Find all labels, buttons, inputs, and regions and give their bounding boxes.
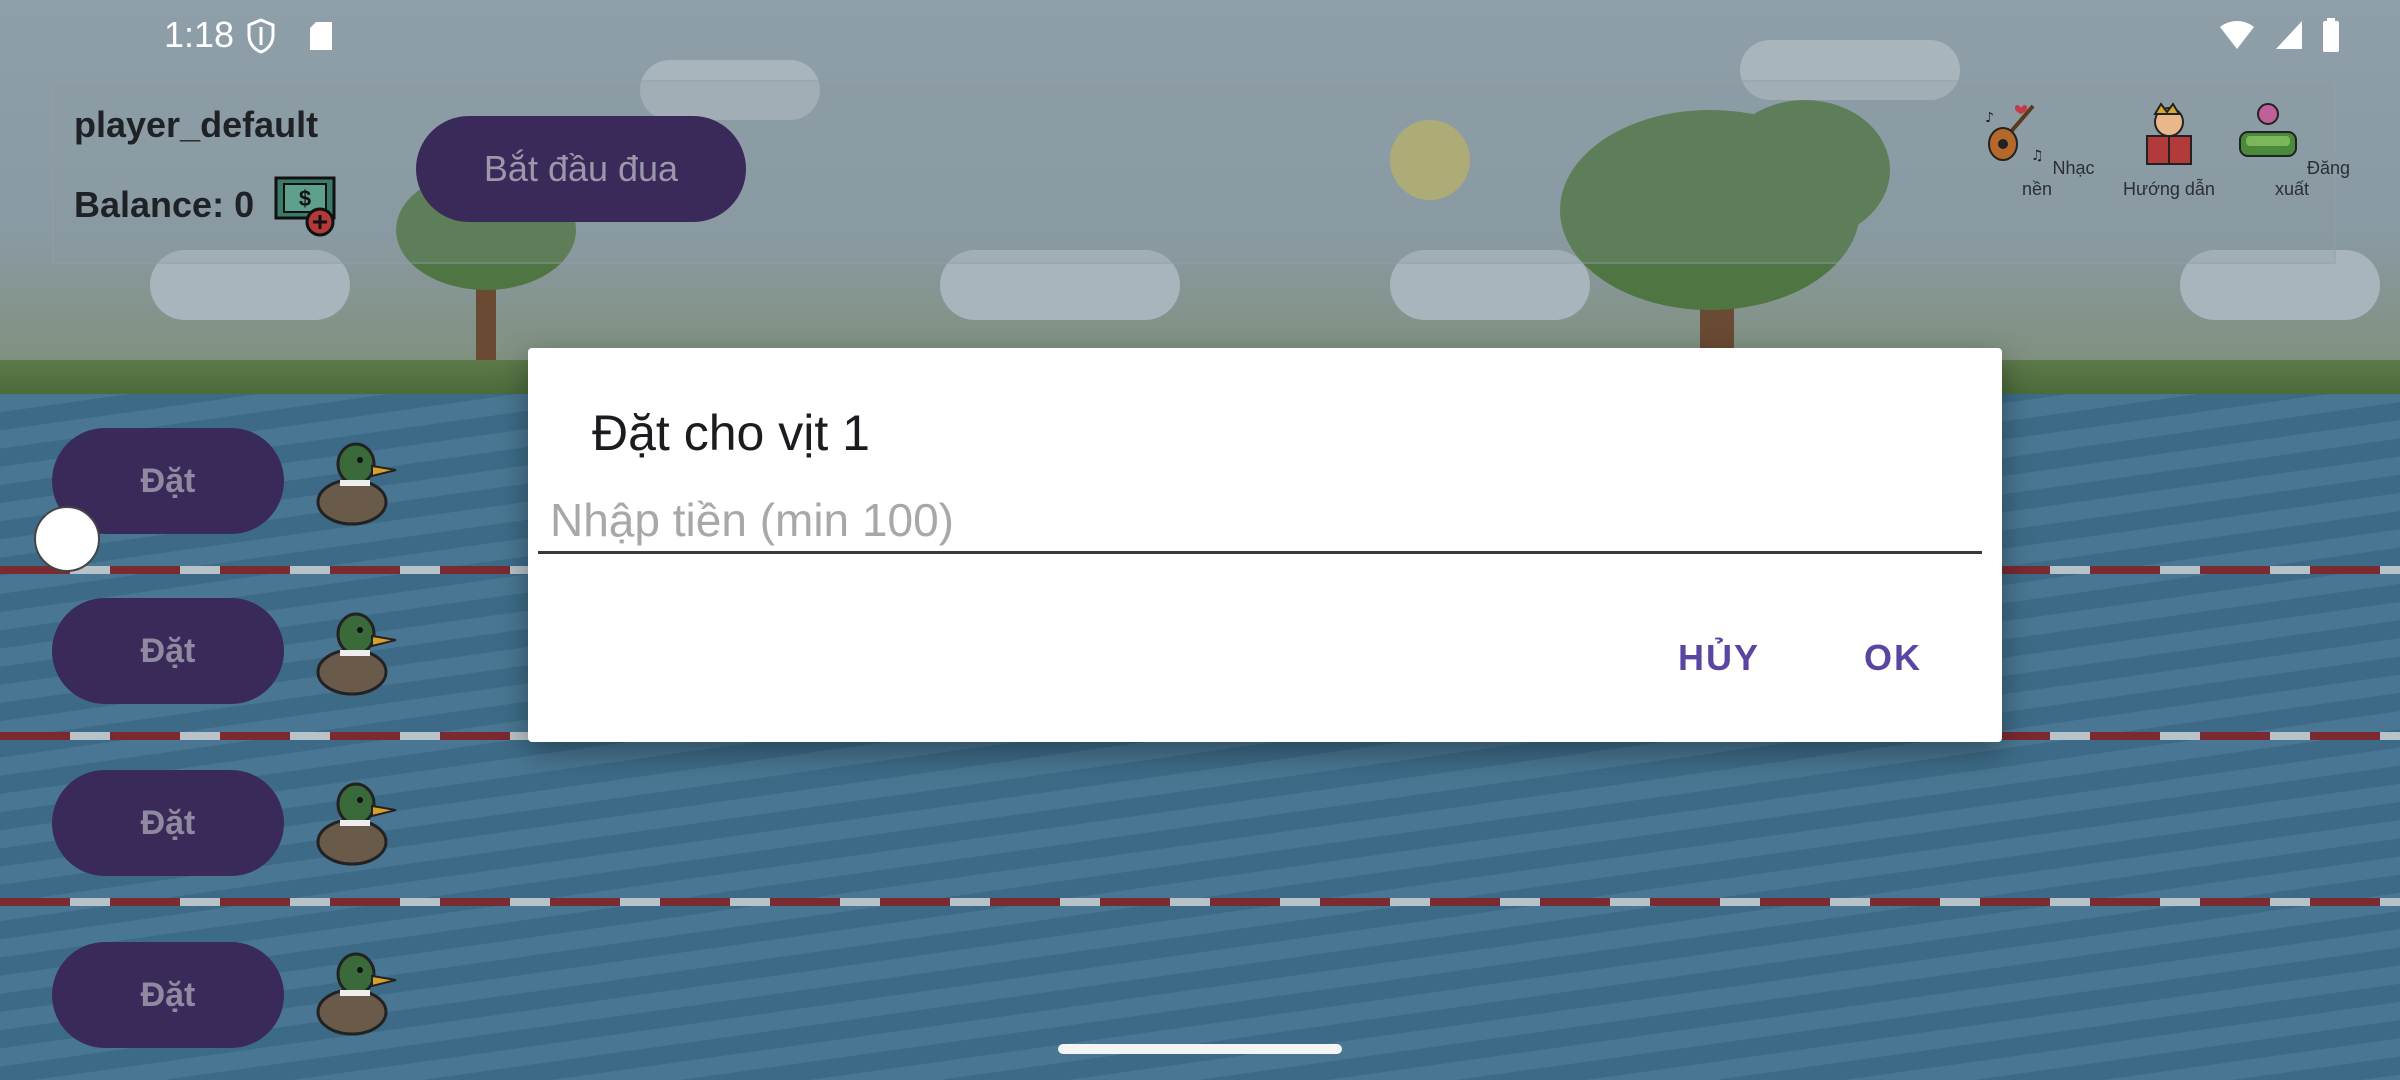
dialog-title: Đặt cho vịt 1	[592, 405, 870, 461]
gesture-nav-bar[interactable]	[1058, 1044, 1342, 1054]
ok-button[interactable]: OK	[1858, 636, 1928, 680]
bet-amount-input[interactable]	[538, 488, 1982, 554]
cancel-button[interactable]: HỦY	[1672, 636, 1766, 680]
bet-dialog: Đặt cho vịt 1 HỦY OK	[528, 348, 2002, 742]
